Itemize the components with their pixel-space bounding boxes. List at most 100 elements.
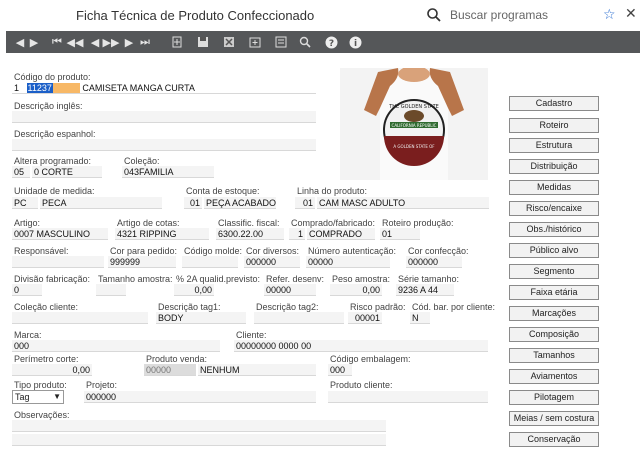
- medidas-button[interactable]: Medidas: [509, 180, 599, 195]
- distribuicao-button[interactable]: Distribuição: [509, 159, 599, 174]
- delete-icon[interactable]: [222, 34, 236, 50]
- last-icon[interactable]: ⏭: [138, 34, 152, 50]
- codigo-embalagem-field[interactable]: 000: [328, 364, 352, 376]
- marca-field[interactable]: 000: [12, 340, 220, 352]
- desc-tag2-label: Descrição tag2:: [256, 302, 319, 312]
- first-icon[interactable]: ◀: [14, 34, 26, 50]
- unidade-label: Unidade de medida:: [14, 186, 95, 196]
- svg-text:i: i: [353, 39, 356, 49]
- marca-label: Marca:: [14, 330, 42, 340]
- shirt-text-bot: A GOLDEN STATE OF: [393, 144, 435, 149]
- risco-padrao-field[interactable]: 00001: [348, 312, 382, 324]
- cor-diversos-field[interactable]: 000000: [244, 256, 300, 268]
- conta-value[interactable]: PEÇA ACABADO: [204, 197, 276, 209]
- list-icon[interactable]: [274, 34, 288, 50]
- numero-autenticacao-field[interactable]: 00000: [306, 256, 390, 268]
- classif-fiscal-label: Classific. fiscal:: [218, 218, 280, 228]
- projeto-field[interactable]: 000000: [84, 391, 316, 403]
- artigo-field[interactable]: 0007 MASCULINO: [12, 228, 108, 240]
- pilotagem-button[interactable]: Pilotagem: [509, 390, 599, 405]
- conservacao-button[interactable]: Conservação: [509, 432, 599, 447]
- publico-alvo-button[interactable]: Público alvo: [509, 243, 599, 258]
- prev-alt-icon[interactable]: ◀◀: [67, 34, 84, 50]
- first-alt-icon[interactable]: ⏮: [50, 34, 64, 50]
- next-single-icon[interactable]: ▶: [122, 34, 136, 50]
- composicao-button[interactable]: Composição: [509, 327, 599, 342]
- cadastro-button[interactable]: Cadastro: [509, 96, 599, 111]
- search-box[interactable]: Buscar programas: [426, 7, 548, 23]
- tamanhos-button[interactable]: Tamanhos: [509, 348, 599, 363]
- estrutura-button[interactable]: Estrutura: [509, 138, 599, 153]
- linha-code[interactable]: 01: [295, 197, 315, 209]
- cliente-field[interactable]: 00000000 0000 00: [234, 340, 488, 352]
- search-icon[interactable]: [426, 7, 442, 23]
- next-icon[interactable]: ▶▶: [103, 34, 120, 50]
- cod-bar-field[interactable]: N: [410, 312, 430, 324]
- tamanho-amostra-field[interactable]: [96, 284, 126, 296]
- classif-fiscal-field[interactable]: 6300.22.00: [216, 228, 284, 240]
- codigo-molde-field[interactable]: [182, 256, 238, 268]
- responsavel-field[interactable]: [12, 256, 104, 268]
- roteiro-producao-label: Roteiro produção:: [382, 218, 454, 228]
- tipo-produto-select[interactable]: Tag ▼: [12, 390, 64, 404]
- observacoes-label: Observações:: [14, 410, 70, 420]
- meias-sem-costura-button[interactable]: Meias / sem costura: [509, 411, 599, 426]
- desc-espanhol-input[interactable]: [12, 139, 316, 151]
- observacoes-field-2[interactable]: [12, 434, 386, 446]
- produto-venda-code[interactable]: 00000: [144, 364, 196, 376]
- desc-tag2-field[interactable]: [254, 312, 344, 324]
- help-icon[interactable]: ?: [324, 34, 338, 50]
- unidade-code[interactable]: PC: [12, 197, 38, 209]
- produto-cliente-label: Produto cliente:: [330, 380, 393, 390]
- roteiro-producao-field[interactable]: 01: [380, 228, 420, 240]
- comprado-code[interactable]: 1: [289, 228, 305, 240]
- faixa-etaria-button[interactable]: Faixa etária: [509, 285, 599, 300]
- new-icon[interactable]: [170, 34, 184, 50]
- product-photo: THE GOLDEN STATE CALIFORNIA REPUBLIC A G…: [340, 68, 488, 180]
- produto-venda-value[interactable]: NENHUM: [198, 364, 316, 376]
- artigo-cotas-field[interactable]: 4321 RIPPING: [115, 228, 209, 240]
- prev-icon[interactable]: ▶: [28, 34, 40, 50]
- prev-single-icon[interactable]: ◀: [88, 34, 102, 50]
- colecao-cliente-field[interactable]: [12, 312, 148, 324]
- produto-cliente-field[interactable]: [328, 391, 488, 403]
- desc-tag1-field[interactable]: BODY: [156, 312, 246, 324]
- unidade-value[interactable]: PECA: [40, 197, 162, 209]
- obs-historico-button[interactable]: Obs./histórico: [509, 222, 599, 237]
- altera-value[interactable]: 0 CORTE: [32, 166, 102, 178]
- cor-confeccao-field[interactable]: 000000: [406, 256, 462, 268]
- close-icon[interactable]: ✕: [625, 5, 637, 22]
- linha-value[interactable]: CAM MASC ADULTO: [317, 197, 489, 209]
- codigo-produto-value[interactable]: 11237: [26, 83, 53, 93]
- info-icon[interactable]: i: [348, 34, 362, 50]
- conta-code[interactable]: 01: [184, 197, 202, 209]
- divisao-label: Divisão fabricação:: [14, 274, 91, 284]
- segmento-button[interactable]: Segmento: [509, 264, 599, 279]
- refer-desenv-label: Refer. desenv:: [266, 274, 325, 284]
- aviamentos-button[interactable]: Aviamentos: [509, 369, 599, 384]
- altera-code[interactable]: 05: [12, 166, 30, 178]
- altera-programado-label: Altera programado:: [14, 156, 92, 166]
- zoom-icon[interactable]: [298, 34, 312, 50]
- perimetro-corte-field[interactable]: 0,00: [12, 364, 92, 376]
- refer-desenv-field[interactable]: 00000: [264, 284, 316, 296]
- save-icon[interactable]: [196, 34, 210, 50]
- peso-amostra-field[interactable]: 0,00: [330, 284, 382, 296]
- cor-pedido-label: Cor para pedido:: [110, 246, 178, 256]
- serie-tamanho-field[interactable]: 9236 A 44: [396, 284, 454, 296]
- copy-icon[interactable]: [248, 34, 262, 50]
- favorite-star-icon[interactable]: ☆: [603, 6, 616, 23]
- comprado-value[interactable]: COMPRADO: [307, 228, 375, 240]
- observacoes-field-1[interactable]: [12, 420, 386, 432]
- colecao-field[interactable]: 043FAMILIA: [122, 166, 214, 178]
- qualid-previsto-field[interactable]: 0,00: [174, 284, 214, 296]
- codigo-produto-field[interactable]: 1 11237 CAMISETA MANGA CURTA: [12, 82, 316, 94]
- divisao-field[interactable]: 0: [12, 284, 42, 296]
- desc-ingles-input[interactable]: [12, 111, 316, 123]
- marcacoes-button[interactable]: Marcações: [509, 306, 599, 321]
- cor-pedido-field[interactable]: 999999: [108, 256, 176, 268]
- search-input[interactable]: Buscar programas: [450, 8, 548, 22]
- roteiro-button[interactable]: Roteiro: [509, 118, 599, 133]
- risco-encaixe-button[interactable]: Risco/encaixe: [509, 201, 599, 216]
- title-bar: Ficha Técnica de Produto Confeccionado B…: [0, 0, 640, 30]
